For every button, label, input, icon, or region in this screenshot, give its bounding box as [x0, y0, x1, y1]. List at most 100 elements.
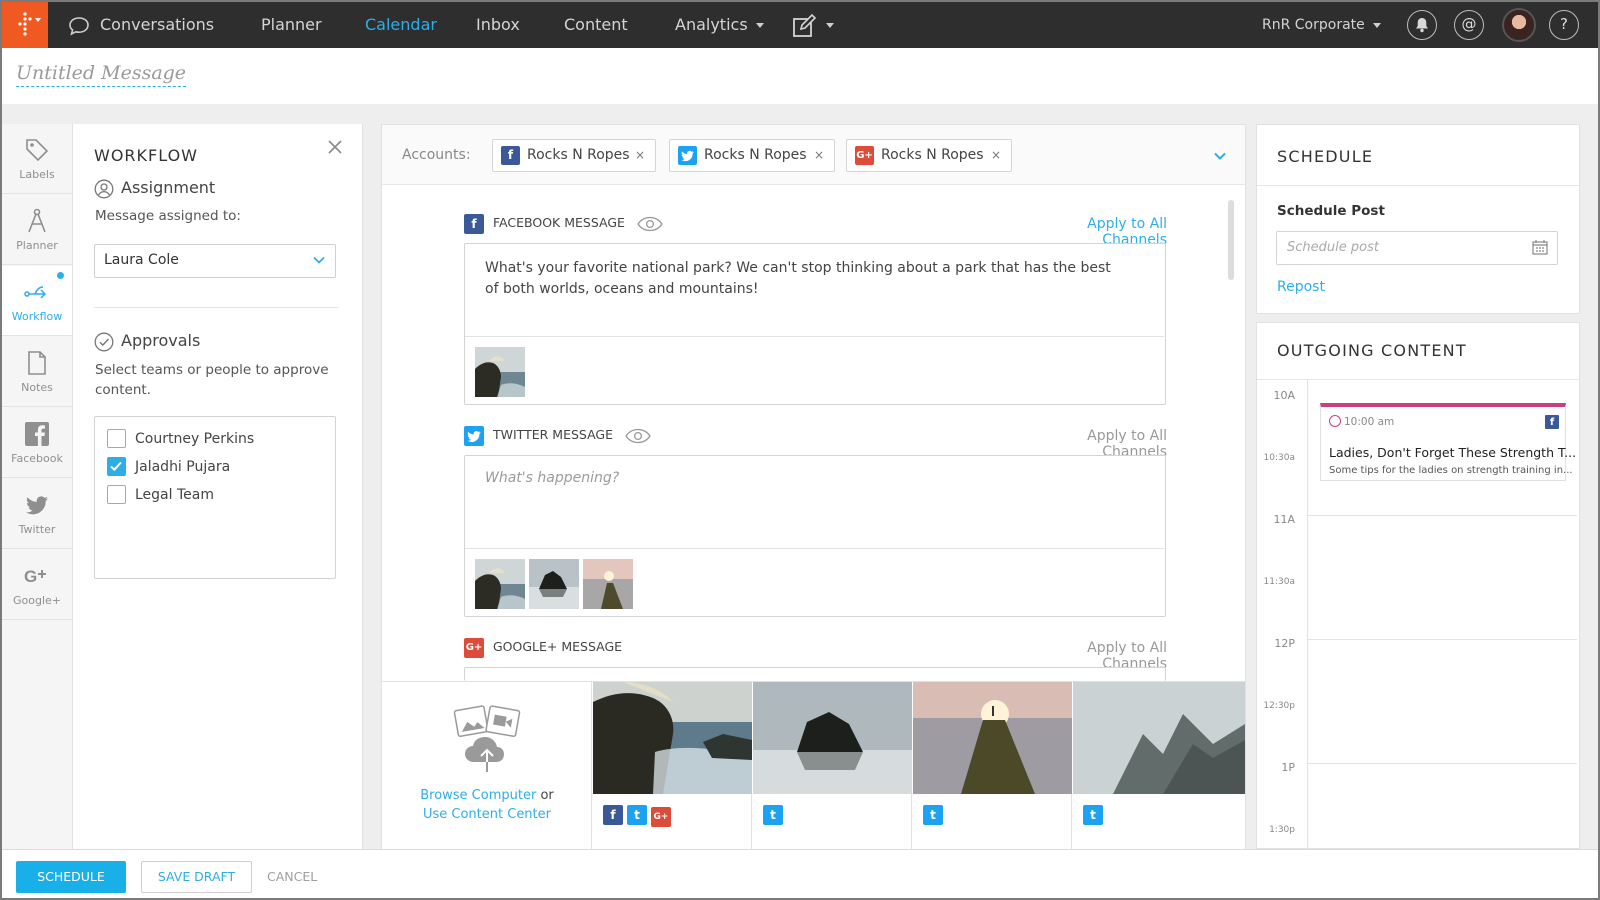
timeline-time-label: 1:30p	[1269, 825, 1295, 835]
schedule-post-input[interactable]: Schedule post	[1276, 231, 1558, 265]
rail-item-planner[interactable]: Planner	[2, 195, 72, 265]
media-tile[interactable]: t	[1073, 682, 1245, 850]
googleplus-icon: G+	[464, 637, 484, 658]
section-divider	[1257, 185, 1579, 186]
media-tile[interactable]: t	[753, 682, 912, 850]
expand-accounts-chevron-icon[interactable]	[1213, 149, 1227, 163]
rail-item-twitter[interactable]: Twitter	[2, 479, 72, 549]
rail-item-workflow-label: Workflow	[11, 310, 63, 323]
approver-row[interactable]: Courtney Perkins	[107, 428, 254, 450]
approvals-heading: Approvals	[94, 331, 200, 352]
facebook-message-heading: f FACEBOOK MESSAGE	[464, 213, 663, 234]
account-chip-twitter[interactable]: Rocks N Ropes ×	[669, 139, 835, 172]
approver-name: Jaladhi Pujara	[135, 459, 231, 475]
scheduled-post-time-label: 10:00 am	[1344, 416, 1395, 428]
remove-account-button[interactable]: ×	[635, 140, 645, 171]
approver-name: Legal Team	[135, 487, 214, 503]
googleplus-icon: G+	[651, 807, 671, 827]
account-chip-name: Rocks N Ropes	[881, 147, 984, 163]
attached-image-thumbnail[interactable]	[583, 559, 633, 609]
cancel-button[interactable]: CANCEL	[267, 861, 317, 893]
attached-image-thumbnail[interactable]	[529, 559, 579, 609]
timeline-axis	[1307, 380, 1308, 850]
preview-eye-icon[interactable]	[637, 216, 663, 232]
remove-account-button[interactable]: ×	[991, 140, 1001, 171]
scheduled-post-card[interactable]: 10:00 am f Ladies, Don't Forget These St…	[1320, 403, 1576, 481]
chevron-down-icon	[1372, 22, 1381, 28]
composer-scrollbar[interactable]	[1228, 200, 1234, 280]
schedule-title: SCHEDULE	[1277, 147, 1374, 166]
user-avatar[interactable]	[1502, 8, 1536, 42]
twitter-icon	[26, 496, 48, 515]
tag-icon	[26, 139, 49, 162]
timeline-time-label: 12P	[1274, 637, 1295, 650]
account-chip-googleplus[interactable]: G+ Rocks N Ropes ×	[846, 139, 1012, 172]
rail-item-labels[interactable]: Labels	[2, 124, 72, 194]
twitter-message-box[interactable]: What's happening?	[464, 455, 1166, 617]
schedule-button[interactable]: SCHEDULE	[16, 861, 126, 893]
bell-icon	[1416, 18, 1428, 33]
rail-item-googleplus[interactable]: G Google+	[2, 550, 72, 620]
media-tile-networks: t	[1083, 804, 1107, 825]
nav-content[interactable]: Content	[564, 2, 628, 48]
rail-item-facebook[interactable]: Facebook	[2, 408, 72, 478]
facebook-message-text[interactable]: What's your favorite national park? We c…	[485, 258, 1125, 300]
remove-account-button[interactable]: ×	[814, 140, 824, 171]
approver-checkbox[interactable]	[107, 456, 126, 476]
message-title-input[interactable]: Untitled Message	[16, 62, 187, 87]
content-center-link[interactable]: Use Content Center	[423, 807, 551, 822]
approver-name: Courtney Perkins	[135, 431, 255, 447]
approver-row[interactable]: Jaladhi Pujara	[107, 456, 230, 478]
calendar-icon[interactable]	[1532, 240, 1548, 255]
browse-computer-link[interactable]: Browse Computer	[420, 788, 536, 803]
nav-calendar[interactable]: Calendar	[365, 2, 437, 48]
clock-icon	[1329, 415, 1341, 427]
approver-row[interactable]: Legal Team	[107, 484, 214, 506]
facebook-message-box[interactable]: What's your favorite national park? We c…	[464, 243, 1166, 405]
nav-analytics[interactable]: Analytics	[675, 2, 764, 48]
googleplus-message-heading: G+ GOOGLE+ MESSAGE	[464, 637, 622, 658]
or-text: or	[540, 788, 554, 803]
logo-caret-icon	[35, 18, 41, 22]
twitter-bird-icon	[681, 150, 694, 162]
twitter-icon: t	[627, 805, 647, 825]
assigned-to-label: Message assigned to:	[95, 208, 241, 224]
app-logo[interactable]	[2, 2, 48, 48]
facebook-icon: f	[1545, 415, 1559, 429]
approver-checkbox[interactable]	[107, 484, 126, 504]
media-tile[interactable]: t	[913, 682, 1072, 850]
logo-icon	[18, 12, 32, 36]
media-tile-networks: t	[763, 804, 787, 825]
preview-eye-icon[interactable]	[625, 428, 651, 444]
rail-item-workflow[interactable]: Workflow	[2, 266, 72, 336]
facebook-icon: f	[464, 213, 484, 234]
notifications-button[interactable]	[1407, 10, 1437, 40]
twitter-message-input[interactable]: What's happening?	[485, 470, 619, 486]
nav-planner[interactable]: Planner	[261, 2, 322, 48]
timeline-time-label: 11:30a	[1263, 577, 1295, 587]
media-tile-networks: t	[923, 804, 947, 825]
account-chip-facebook[interactable]: f Rocks N Ropes ×	[492, 139, 656, 172]
assignee-select[interactable]: Laura Cole	[94, 244, 336, 278]
attached-image-thumbnail[interactable]	[475, 559, 525, 609]
compose-menu[interactable]	[792, 2, 834, 48]
close-workflow-button[interactable]	[326, 138, 346, 158]
media-tile[interactable]: f t G+	[593, 682, 752, 850]
rail-item-notes[interactable]: Notes	[2, 337, 72, 407]
account-selector[interactable]: RnR Corporate	[1262, 2, 1381, 48]
section-divider	[94, 307, 339, 308]
save-draft-button[interactable]: SAVE DRAFT	[141, 861, 252, 893]
account-chip-name: Rocks N Ropes	[704, 147, 807, 163]
nav-inbox[interactable]: Inbox	[476, 2, 520, 48]
schedule-post-label: Schedule Post	[1277, 203, 1385, 219]
approver-checkbox[interactable]	[107, 428, 126, 448]
upload-area[interactable]: Browse Computer or Use Content Center	[382, 682, 592, 850]
googleplus-message-box[interactable]	[464, 667, 1166, 681]
nav-conversations[interactable]: Conversations	[68, 2, 214, 48]
help-button[interactable]: ?	[1549, 10, 1579, 40]
rail-item-notes-label: Notes	[21, 381, 53, 394]
repost-link[interactable]: Repost	[1277, 279, 1325, 295]
media-tray: Browse Computer or Use Content Center ft…	[382, 681, 1245, 850]
attached-image-thumbnail[interactable]	[475, 347, 525, 397]
mentions-button[interactable]: @	[1454, 10, 1484, 40]
